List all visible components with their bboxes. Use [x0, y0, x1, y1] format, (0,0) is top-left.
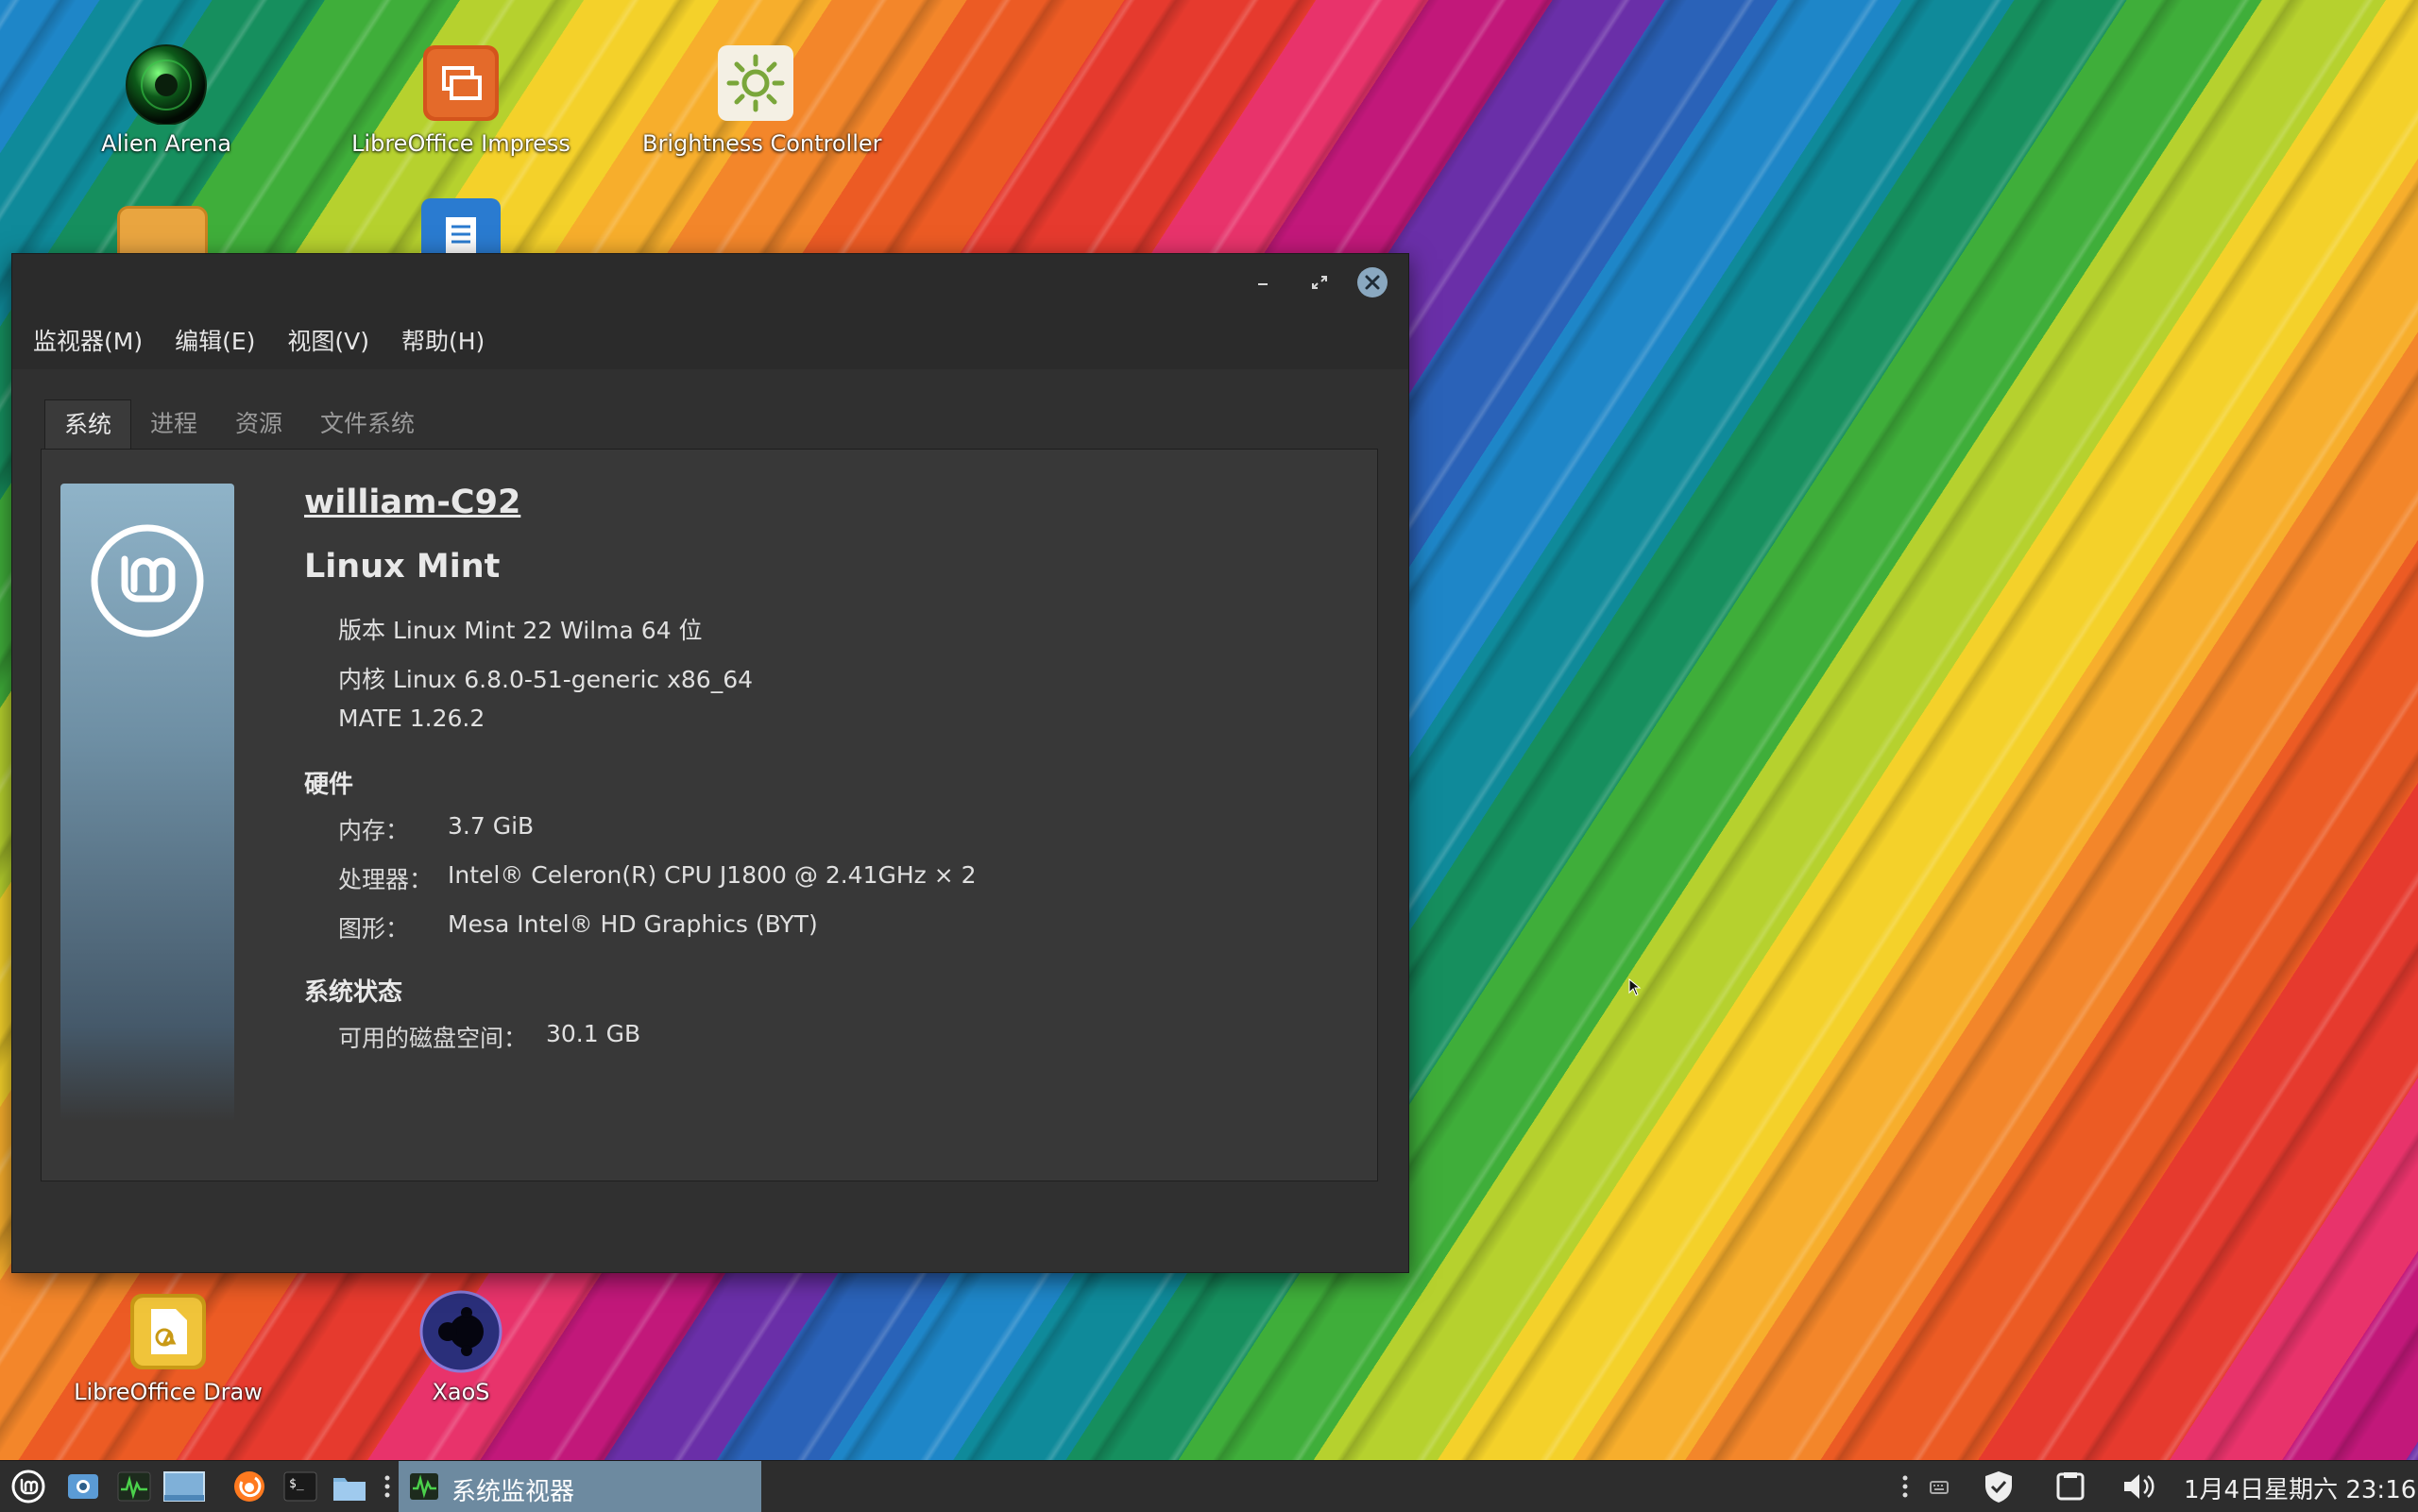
- clock[interactable]: 1月4日星期六 23:16: [2184, 1470, 2416, 1505]
- drag-handle-icon: [1902, 1475, 1908, 1498]
- shield-icon: [1985, 1471, 2012, 1503]
- memory-value: 3.7 GiB: [448, 812, 535, 840]
- folder-icon: [333, 1478, 366, 1501]
- disk-space-label: 可用的磁盘空间：: [338, 1025, 528, 1052]
- graphics-value: Mesa Intel® HD Graphics (BYT): [448, 910, 818, 938]
- menubar: 监视器(M) 编辑(E) 视图(V) 帮助(H): [12, 311, 1408, 369]
- menu-help[interactable]: 帮助(H): [401, 323, 485, 357]
- graphics-label: 图形：: [338, 915, 410, 943]
- menu-view[interactable]: 视图(V): [287, 323, 369, 357]
- desktop-icon-alien-arena[interactable]: Alien Arena: [53, 42, 280, 157]
- window-titlebar[interactable]: [12, 254, 1408, 311]
- brightness-icon: [714, 42, 797, 125]
- system-status-heading: 系统状态: [304, 978, 403, 1007]
- window-content: 系统 进程 资源 文件系统 william-C92 Linux Mint 版本 …: [12, 369, 1408, 1272]
- distro-version: 版本 Linux Mint 22 Wilma 64 位: [338, 617, 703, 644]
- desktop-icon-label: LibreOffice Impress: [351, 130, 570, 157]
- desktop-icon-label: Alien Arena: [101, 130, 231, 157]
- taskbar: $_ 系统监视器 1月4日星期六 23:16: [0, 1460, 2418, 1512]
- tab-bar: 系统 进程 资源 文件系统: [44, 399, 434, 449]
- drag-handle-icon: [384, 1475, 390, 1498]
- taskbar-files-launcher[interactable]: [331, 1469, 368, 1504]
- taskbar-screenshot-launcher[interactable]: [64, 1469, 102, 1504]
- tray-keyboard[interactable]: [1927, 1469, 1951, 1504]
- desktop-environment: MATE 1.26.2: [338, 705, 485, 732]
- xaos-fractal-icon: [419, 1290, 502, 1373]
- desktop-icon-label: LibreOffice Draw: [74, 1379, 263, 1405]
- tab-resources[interactable]: 资源: [216, 399, 301, 449]
- svg-text:$_: $_: [289, 1477, 304, 1491]
- tray-network[interactable]: [2053, 1469, 2087, 1504]
- system-monitor-window: 监视器(M) 编辑(E) 视图(V) 帮助(H) 系统 进程 资源 文件系统 w…: [11, 253, 1409, 1273]
- close-icon: [1365, 275, 1380, 290]
- taskbar-firefox-launcher[interactable]: [230, 1469, 268, 1504]
- network-icon: [2056, 1472, 2085, 1501]
- maximize-icon: [1312, 276, 1327, 289]
- desktop-icon-brightness-controller[interactable]: Brightness Controller: [642, 42, 882, 157]
- taskbar-terminal-launcher[interactable]: $_: [281, 1469, 319, 1504]
- memory-label: 内存：: [338, 817, 410, 844]
- speaker-volume-icon: [2124, 1474, 2154, 1499]
- libreoffice-writer-icon: [421, 198, 501, 255]
- menu-monitor[interactable]: 监视器(M): [33, 323, 143, 357]
- taskbar-separator-handle[interactable]: [382, 1469, 393, 1504]
- disk-space-value: 30.1 GB: [546, 1020, 641, 1047]
- desktop-icon-libreoffice-draw[interactable]: LibreOffice Draw: [55, 1290, 281, 1405]
- close-button[interactable]: [1357, 267, 1388, 297]
- desktop-icon-label: XaoS: [432, 1379, 490, 1405]
- distro-logo-banner: [60, 484, 234, 1122]
- tray-volume[interactable]: [2120, 1469, 2157, 1504]
- cpu-value: Intel® Celeron(R) CPU J1800 @ 2.41GHz × …: [448, 861, 977, 889]
- linux-mint-menu-icon: [11, 1470, 45, 1504]
- tray-update-manager[interactable]: [1982, 1469, 2016, 1504]
- taskbar-window-system-monitor[interactable]: 系统监视器: [399, 1461, 761, 1512]
- tray-handle[interactable]: [1899, 1469, 1912, 1504]
- mint-menu-button[interactable]: [9, 1469, 47, 1504]
- desktop-icon-label: Brightness Controller: [642, 130, 882, 157]
- taskbar-system-monitor-launcher[interactable]: [115, 1469, 153, 1504]
- minimize-button[interactable]: [1246, 265, 1280, 299]
- terminal-icon: $_: [283, 1471, 317, 1502]
- system-monitor-icon: [117, 1471, 151, 1502]
- tab-filesystems[interactable]: 文件系统: [301, 399, 434, 449]
- firefox-icon: [234, 1471, 264, 1502]
- desktop-icon-libreoffice-impress[interactable]: LibreOffice Impress: [348, 42, 574, 157]
- taskbar-show-desktop[interactable]: [162, 1469, 206, 1504]
- kernel-version: 内核 Linux 6.8.0-51-generic x86_64: [338, 666, 754, 693]
- minimize-icon: [1258, 283, 1268, 285]
- cpu-label: 处理器：: [338, 866, 434, 893]
- tab-processes[interactable]: 进程: [131, 399, 216, 449]
- mouse-cursor-icon: [1628, 978, 1642, 996]
- app-icon: [117, 206, 208, 255]
- menu-edit[interactable]: 编辑(E): [175, 323, 255, 357]
- alien-arena-icon: [125, 42, 208, 126]
- distro-name: Linux Mint: [304, 548, 501, 586]
- system-monitor-icon: [410, 1473, 438, 1500]
- hostname[interactable]: william-C92: [304, 484, 520, 521]
- libreoffice-impress-icon: [419, 42, 502, 125]
- show-desktop-icon: [163, 1471, 205, 1502]
- tab-system[interactable]: 系统: [44, 399, 132, 449]
- taskbar-window-title: 系统监视器: [451, 1478, 575, 1506]
- maximize-button[interactable]: [1303, 265, 1337, 299]
- hardware-heading: 硬件: [304, 771, 354, 799]
- desktop-icon-partial-1[interactable]: [117, 206, 212, 255]
- desktop-icon-partial-2[interactable]: [421, 198, 501, 255]
- camera-icon: [68, 1474, 98, 1499]
- desktop-icon-xaos[interactable]: XaoS: [348, 1290, 574, 1405]
- linux-mint-logo-icon: [91, 524, 204, 637]
- keyboard-icon: [1930, 1481, 1949, 1494]
- libreoffice-draw-icon: [127, 1290, 210, 1373]
- system-info-panel: william-C92 Linux Mint 版本 Linux Mint 22 …: [41, 449, 1378, 1181]
